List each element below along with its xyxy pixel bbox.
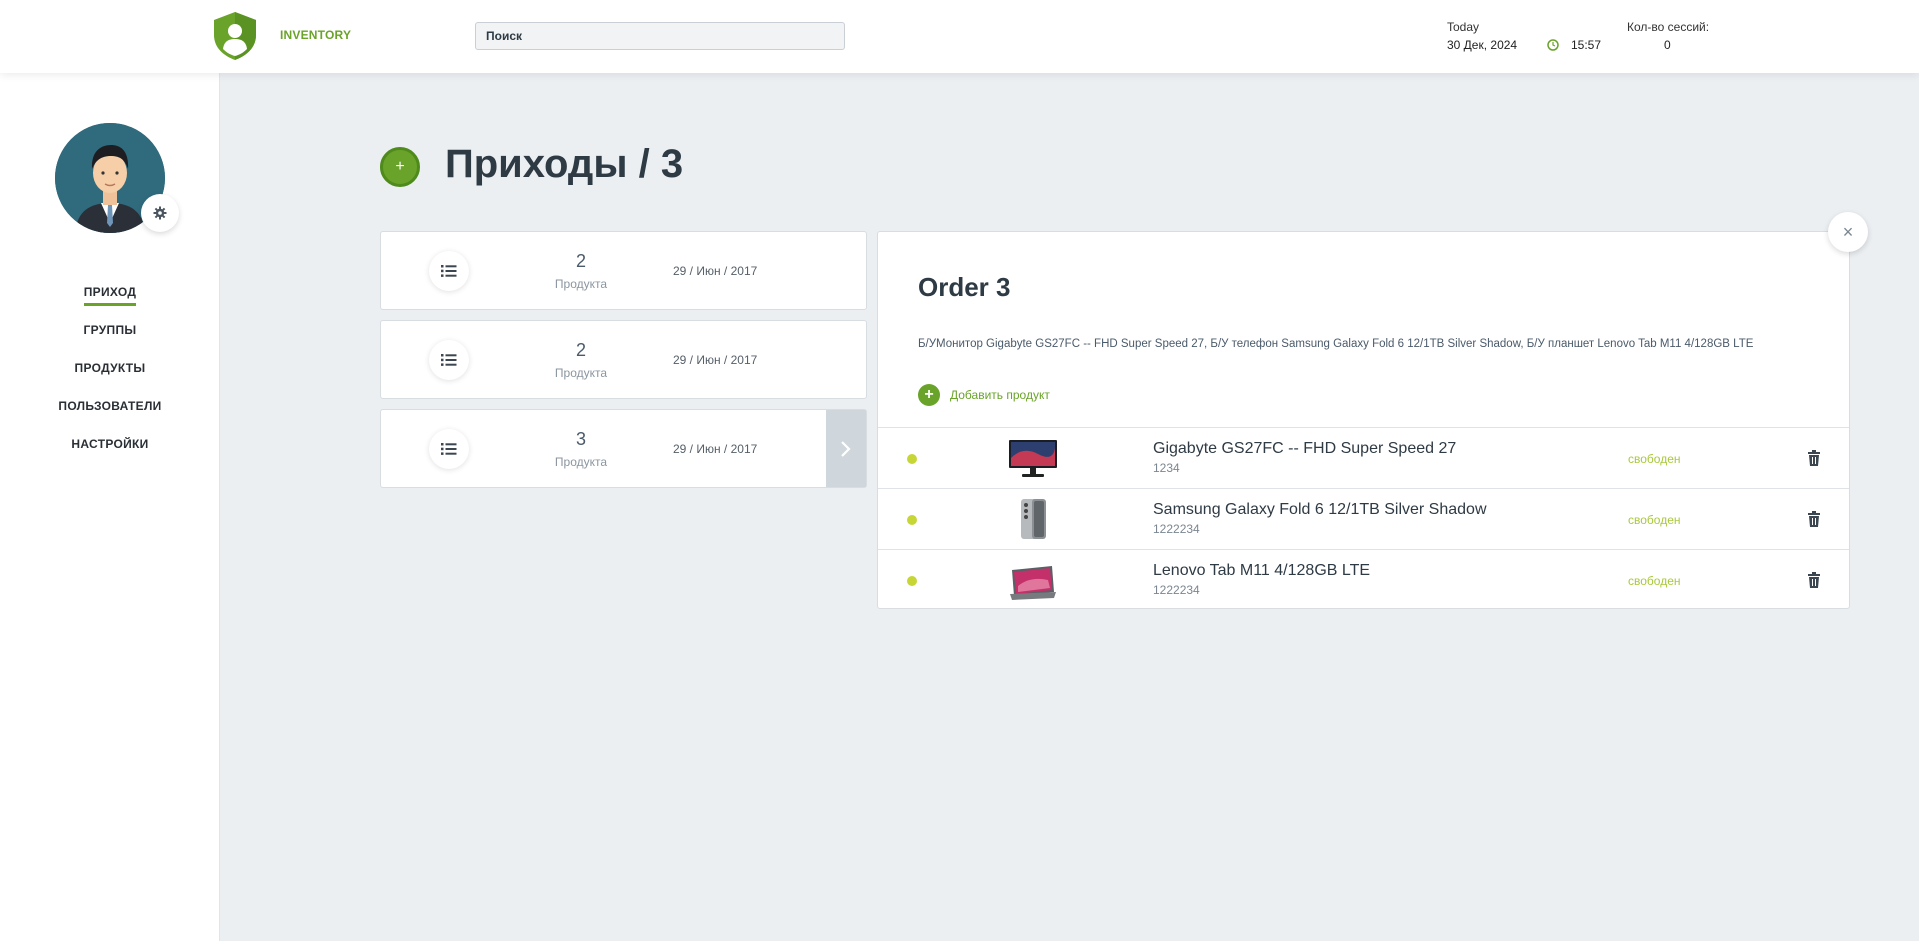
order-date: 29 / Июн / 2017 bbox=[673, 264, 758, 278]
status-badge: свободен bbox=[1628, 513, 1681, 527]
open-order-button[interactable] bbox=[826, 410, 866, 487]
page-title: Приходы / 3 bbox=[445, 142, 684, 186]
sessions-count: 0 bbox=[1664, 38, 1671, 52]
trash-icon[interactable] bbox=[1807, 511, 1821, 527]
order-date: 29 / Июн / 2017 bbox=[673, 353, 758, 367]
tablet-thumbnail bbox=[1010, 566, 1056, 600]
product-name: Gigabyte GS27FC -- FHD Super Speed 27 bbox=[1153, 440, 1457, 457]
product-code: 1222234 bbox=[1153, 583, 1200, 597]
list-icon-button[interactable] bbox=[429, 429, 469, 469]
product-name: Lenovo Tab M11 4/128GB LTE bbox=[1153, 562, 1371, 579]
list-item[interactable]: Samsung Galaxy Fold 6 12/1TB Silver Shad… bbox=[878, 488, 1849, 549]
sidebar-item-products[interactable]: ПРОДУКТЫ bbox=[0, 359, 220, 397]
today-date: 30 Дек, 2024 bbox=[1447, 38, 1518, 52]
sidebar-item-groups[interactable]: ГРУППЫ bbox=[0, 321, 220, 359]
trash-icon[interactable] bbox=[1807, 450, 1821, 466]
list-icon bbox=[441, 443, 457, 455]
product-list: Gigabyte GS27FC -- FHD Super Speed 27 12… bbox=[878, 427, 1849, 610]
list-icon-button[interactable] bbox=[429, 251, 469, 291]
chevron-right-icon bbox=[841, 440, 851, 457]
sidebar-item-settings[interactable]: НАСТРОЙКИ bbox=[0, 435, 220, 473]
gear-icon bbox=[153, 206, 167, 220]
sidebar-item-arrivals[interactable]: ПРИХОД bbox=[0, 283, 220, 321]
status-dot bbox=[907, 576, 917, 586]
current-time: 15:57 bbox=[1571, 38, 1602, 52]
product-count-label: Продукта bbox=[554, 455, 608, 469]
search-input[interactable] bbox=[475, 22, 845, 50]
today-label: Today bbox=[1447, 20, 1480, 34]
product-count: 2 bbox=[575, 251, 586, 271]
order-description: Б/УМонитор Gigabyte GS27FC -- FHD Super … bbox=[918, 338, 1754, 350]
order-title: Order 3 bbox=[918, 272, 1011, 302]
sessions-label: Кол-во сессий: bbox=[1627, 20, 1710, 34]
sidebar-item-label: ПРОДУКТЫ bbox=[74, 361, 146, 375]
shield-logo-icon[interactable] bbox=[212, 11, 258, 61]
plus-icon: + bbox=[918, 384, 940, 406]
status-dot bbox=[907, 454, 917, 464]
order-detail-panel: Order 3 Б/УМонитор Gigabyte GS27FC -- FH… bbox=[877, 231, 1850, 609]
list-icon bbox=[441, 265, 457, 277]
phone-thumbnail bbox=[1021, 499, 1046, 539]
settings-button[interactable] bbox=[141, 194, 179, 232]
order-card[interactable]: 2 Продукта 29 / Июн / 2017 bbox=[380, 231, 867, 310]
add-product-label: Добавить продукт bbox=[950, 388, 1050, 402]
list-icon bbox=[441, 354, 457, 366]
brand-name: INVENTORY bbox=[280, 28, 352, 42]
sidebar: ПРИХОД ГРУППЫ ПРОДУКТЫ ПОЛЬЗОВАТЕЛИ НАСТ… bbox=[0, 73, 220, 941]
product-count-label: Продукта bbox=[554, 277, 608, 291]
sidebar-item-users[interactable]: ПОЛЬЗОВАТЕЛИ bbox=[0, 397, 220, 435]
trash-icon[interactable] bbox=[1807, 572, 1821, 588]
product-code: 1234 bbox=[1153, 461, 1180, 475]
product-code: 1222234 bbox=[1153, 522, 1200, 536]
add-arrival-button[interactable]: + bbox=[380, 147, 420, 187]
order-date: 29 / Июн / 2017 bbox=[673, 442, 758, 456]
sidebar-item-label: ПОЛЬЗОВАТЕЛИ bbox=[58, 399, 162, 413]
status-badge: свободен bbox=[1628, 452, 1681, 466]
sidebar-item-label: НАСТРОЙКИ bbox=[71, 437, 149, 451]
list-item[interactable]: Lenovo Tab M11 4/128GB LTE 1222234 свобо… bbox=[878, 549, 1849, 610]
order-card-selected[interactable]: 3 Продукта 29 / Июн / 2017 bbox=[380, 409, 867, 488]
sidebar-item-label: ПРИХОД bbox=[83, 283, 137, 306]
list-item[interactable]: Gigabyte GS27FC -- FHD Super Speed 27 12… bbox=[878, 427, 1849, 488]
product-name: Samsung Galaxy Fold 6 12/1TB Silver Shad… bbox=[1153, 501, 1487, 518]
list-icon-button[interactable] bbox=[429, 340, 469, 380]
status-badge: свободен bbox=[1628, 574, 1681, 588]
top-header: INVENTORY Today 30 Дек, 2024 15:57 Кол-в… bbox=[0, 0, 1919, 73]
product-count: 2 bbox=[575, 340, 586, 360]
close-button[interactable]: × bbox=[1828, 212, 1868, 252]
plus-icon: + bbox=[395, 158, 405, 175]
add-product-button[interactable]: + Добавить продукт bbox=[918, 384, 1050, 406]
close-icon: × bbox=[1842, 221, 1854, 242]
sidebar-nav: ПРИХОД ГРУППЫ ПРОДУКТЫ ПОЛЬЗОВАТЕЛИ НАСТ… bbox=[0, 283, 220, 473]
status-dot bbox=[907, 515, 917, 525]
order-card[interactable]: 2 Продукта 29 / Июн / 2017 bbox=[380, 320, 867, 399]
sidebar-item-label: ГРУППЫ bbox=[83, 323, 137, 337]
product-count-label: Продукта bbox=[554, 366, 608, 380]
monitor-thumbnail bbox=[1009, 440, 1057, 477]
clock-icon bbox=[1547, 39, 1559, 51]
product-count: 3 bbox=[575, 429, 586, 449]
